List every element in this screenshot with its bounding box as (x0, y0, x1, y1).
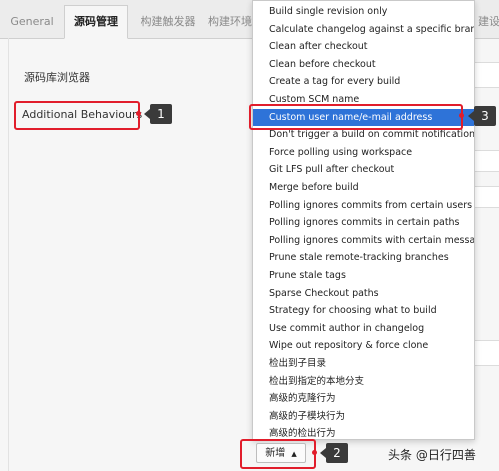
menu-item[interactable]: Calculate changelog against a specific b… (253, 21, 474, 39)
caret-up-icon: ▲ (291, 450, 297, 458)
tab-build-triggers[interactable]: 构建触发器 (132, 6, 204, 38)
menu-item[interactable]: Clean after checkout (253, 38, 474, 56)
menu-item[interactable]: Sparse Checkout paths (253, 285, 474, 303)
menu-item[interactable]: Create a tag for every build (253, 73, 474, 91)
callout-badge-1: 1 (150, 104, 172, 124)
menu-item[interactable]: Use commit author in changelog (253, 320, 474, 338)
tab-general[interactable]: General (4, 6, 60, 38)
background-field (472, 340, 499, 366)
callout-dot-2 (312, 450, 317, 455)
tab-source-code-management[interactable]: 源码管理 (64, 5, 128, 39)
callout-badge-2: 2 (326, 443, 348, 463)
menu-item[interactable]: Build single revision only (253, 3, 474, 21)
menu-item[interactable]: Merge before build (253, 179, 474, 197)
menu-item[interactable]: Strategy for choosing what to build (253, 302, 474, 320)
menu-item[interactable]: Prune stale tags (253, 267, 474, 285)
callout-box-1 (14, 101, 140, 130)
watermark: 头条 @日行四善 (388, 448, 476, 462)
repo-browser-select[interactable] (472, 62, 499, 88)
callout-dot-3 (459, 113, 464, 118)
menu-item[interactable]: 检出到子目录 (253, 355, 474, 373)
add-behaviour-button[interactable]: 新增 ▲ (256, 443, 306, 463)
callout-dot-1 (136, 111, 141, 116)
menu-item[interactable]: 高级的子模块行为 (253, 408, 474, 426)
menu-item[interactable]: Prune stale remote-tracking branches (253, 249, 474, 267)
menu-item[interactable]: Git LFS pull after checkout (253, 161, 474, 179)
background-field (472, 186, 499, 208)
menu-item[interactable]: Clean before checkout (253, 56, 474, 74)
background-field (472, 150, 499, 172)
add-behaviour-dropdown-menu: Build single revision only Calculate cha… (252, 0, 475, 440)
menu-item[interactable]: 高级的克隆行为 (253, 390, 474, 408)
tab-build-environment[interactable]: 构建环境 (208, 6, 252, 38)
menu-item[interactable]: 高级的检出行为 (253, 425, 474, 438)
menu-item[interactable]: Polling ignores commits from certain use… (253, 197, 474, 215)
menu-item[interactable]: Polling ignores commits in certain paths (253, 214, 474, 232)
menu-item[interactable]: 检出到指定的本地分支 (253, 373, 474, 391)
menu-item[interactable]: Polling ignores commits with certain mes… (253, 232, 474, 250)
tab-build[interactable]: 建设 (474, 6, 499, 38)
callout-badge-3: 3 (474, 106, 496, 126)
section-rule (8, 38, 9, 471)
add-button-label: 新增 (265, 448, 286, 459)
menu-item[interactable]: Wipe out repository & force clone (253, 337, 474, 355)
callout-box-3 (249, 104, 463, 130)
menu-item[interactable]: Force polling using workspace (253, 144, 474, 162)
repo-browser-label: 源码库浏览器 (24, 71, 90, 84)
